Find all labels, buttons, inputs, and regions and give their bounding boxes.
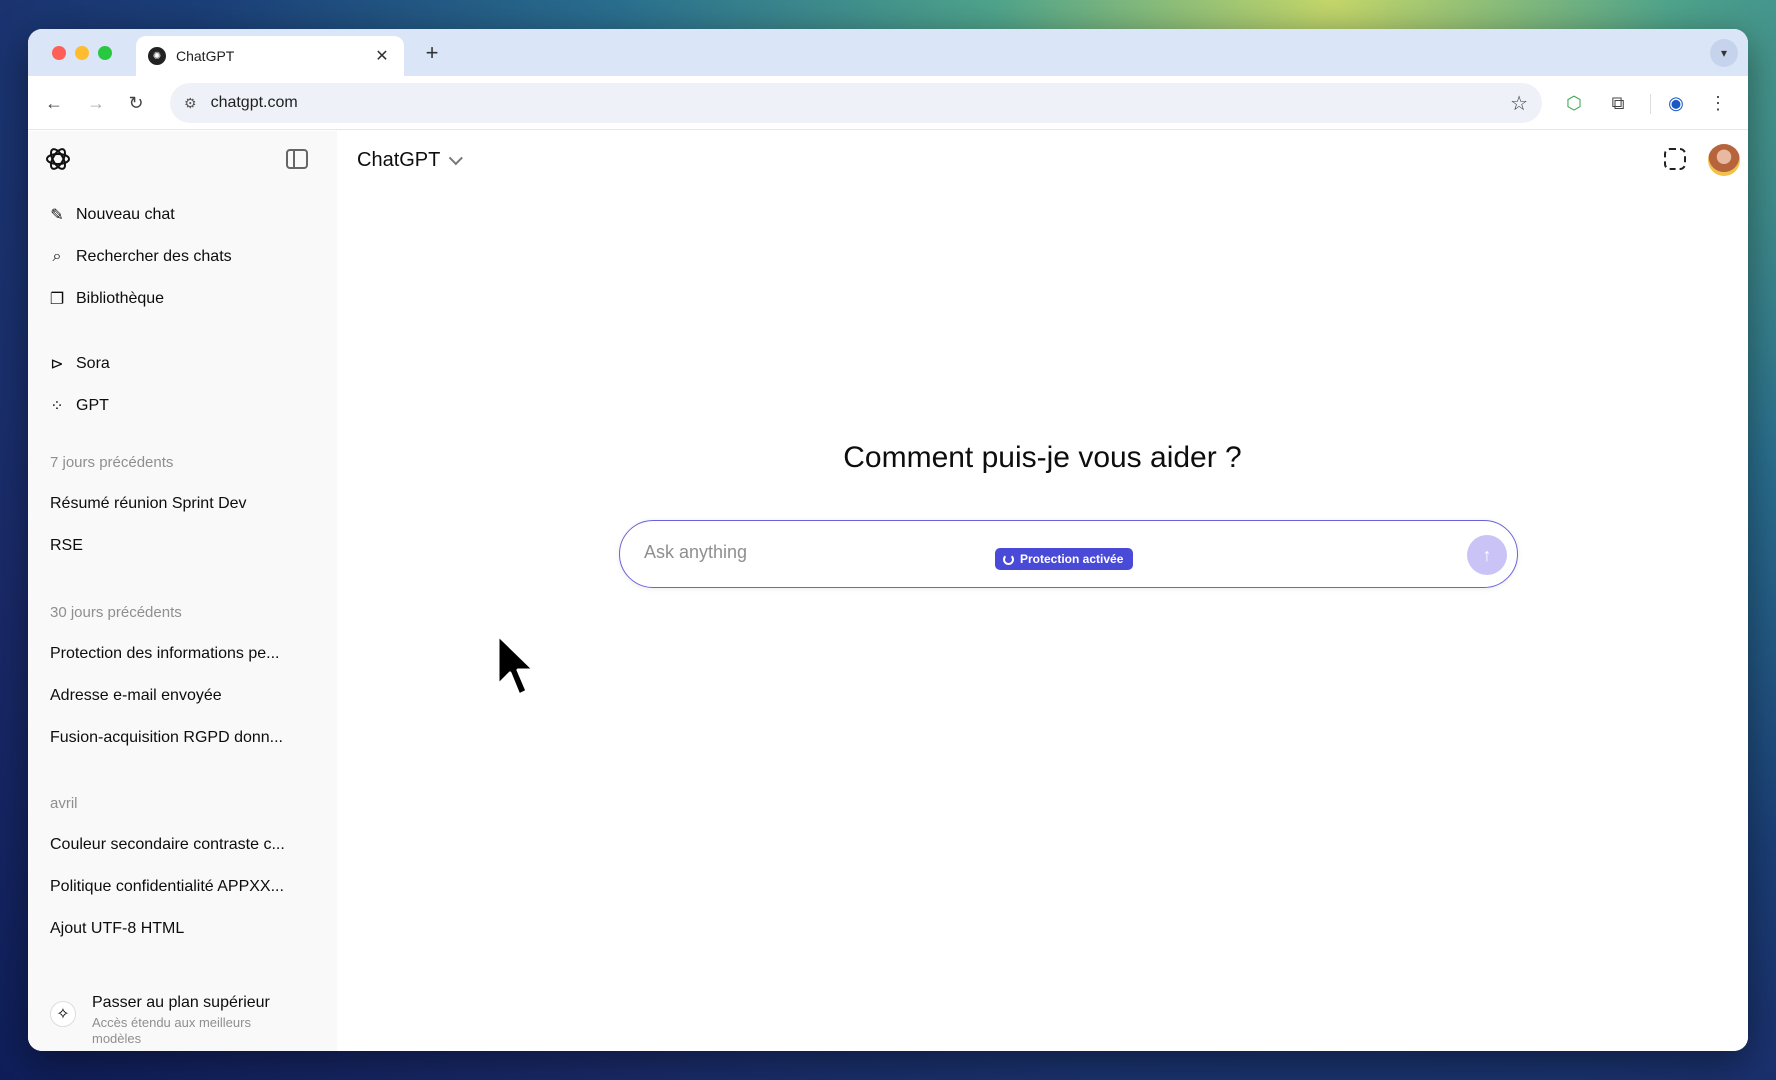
openai-logo-icon[interactable] <box>44 145 72 173</box>
back-arrow-icon[interactable]: ← <box>40 89 68 117</box>
main-area: ChatGPT Comment puis-je vous aider ? ↑ P… <box>337 131 1748 1051</box>
tab-chatgpt[interactable]: ✺ ChatGPT ✕ <box>136 36 404 76</box>
protection-label: Protection activée <box>1020 552 1124 566</box>
sidebar-item-label: Sora <box>76 355 110 372</box>
upgrade-icon: ✧ <box>50 1001 76 1027</box>
temporary-chat-icon[interactable] <box>1664 148 1686 170</box>
send-arrow-icon[interactable]: ↑ <box>1467 535 1507 575</box>
chatgpt-favicon-icon: ✺ <box>148 47 166 65</box>
grid-icon: ⁘ <box>50 398 64 415</box>
close-window-button[interactable] <box>52 46 66 60</box>
bookmark-star-icon[interactable]: ☆ <box>1510 91 1528 116</box>
section-title: 7 jours précédents <box>50 454 174 471</box>
sidebar-item-label: Rechercher des chats <box>76 248 232 265</box>
sidebar-toggle-icon[interactable] <box>286 149 308 169</box>
site-settings-icon[interactable]: ⚙ <box>184 95 197 112</box>
close-tab-icon[interactable]: ✕ <box>372 46 392 66</box>
section-title: avril <box>50 795 78 812</box>
upgrade-title: Passer au plan supérieur <box>92 994 270 1011</box>
reload-icon[interactable]: ↻ <box>122 89 150 117</box>
chat-history-item[interactable]: Fusion-acquisition RGPD donn... <box>50 729 320 747</box>
tab-search-chevron-icon[interactable]: ▾ <box>1710 39 1738 67</box>
avatar[interactable] <box>1708 144 1740 176</box>
chevron-down-icon <box>449 150 464 165</box>
chat-history-item[interactable]: Politique confidentialité APPXX... <box>50 878 320 896</box>
sidebar: ✎ Nouveau chat ⌕ Rechercher des chats ❐ … <box>28 131 337 1051</box>
sidebar-item-label: Bibliothèque <box>76 290 165 307</box>
sidebar-item-gpt[interactable]: ⁘ GPT <box>40 388 325 424</box>
maximize-window-button[interactable] <box>98 46 112 60</box>
mouse-cursor-icon <box>496 633 536 697</box>
library-icon: ❐ <box>49 291 65 308</box>
url-text[interactable]: chatgpt.com <box>211 94 1511 112</box>
page-title: Comment puis-je vous aider ? <box>843 441 1242 474</box>
protection-spinner-icon <box>1003 553 1014 565</box>
chat-history-item[interactable]: Protection des informations pe... <box>50 645 320 663</box>
profile-icon[interactable]: ◉ <box>1662 89 1690 117</box>
section-title: 30 jours précédents <box>50 604 182 621</box>
tab-strip: ✺ ChatGPT ✕ + ▾ <box>28 29 1748 76</box>
browser-window: ✺ ChatGPT ✕ + ▾ ← → ↻ ⚙ chatgpt.com ☆ ⬡ … <box>28 29 1748 1051</box>
chat-history-item[interactable]: Ajout UTF-8 HTML <box>50 920 320 938</box>
model-name: ChatGPT <box>357 149 441 171</box>
sidebar-item-search-chats[interactable]: ⌕ Rechercher des chats <box>40 239 325 275</box>
sidebar-item-sora[interactable]: ⊳ Sora <box>40 346 325 382</box>
edit-icon: ✎ <box>50 207 64 224</box>
browser-menu-icon[interactable]: ⋮ <box>1704 89 1732 117</box>
play-icon: ⊳ <box>50 356 64 373</box>
model-selector[interactable]: ChatGPT <box>357 149 464 172</box>
address-bar[interactable]: ⚙ chatgpt.com ☆ <box>170 83 1542 123</box>
search-icon: ⌕ <box>52 248 62 265</box>
minimize-window-button[interactable] <box>75 46 89 60</box>
protection-badge: Protection activée <box>995 548 1134 570</box>
chat-history-item[interactable]: Résumé réunion Sprint Dev <box>50 495 320 513</box>
extensions-puzzle-icon[interactable]: ⧉ <box>1604 89 1632 117</box>
extension-puzzle-green-icon[interactable]: ⬡ <box>1560 89 1588 117</box>
browser-toolbar: ← → ↻ ⚙ chatgpt.com ☆ ⬡ ⧉ ◉ ⋮ <box>28 76 1748 130</box>
new-tab-button[interactable]: + <box>418 39 446 67</box>
sidebar-item-library[interactable]: ❐ Bibliothèque <box>40 281 325 317</box>
tab-title: ChatGPT <box>176 48 235 64</box>
upgrade-plan-button[interactable]: ✧ Passer au plan supérieur Accès étendu … <box>28 991 337 1051</box>
chat-history-item[interactable]: Couleur secondaire contraste c... <box>50 836 320 854</box>
sidebar-item-new-chat[interactable]: ✎ Nouveau chat <box>40 197 325 233</box>
forward-arrow-icon[interactable]: → <box>82 89 110 117</box>
chat-history-item[interactable]: RSE <box>50 537 320 555</box>
sidebar-item-label: GPT <box>76 397 109 414</box>
sidebar-item-label: Nouveau chat <box>76 206 175 223</box>
chat-history-item[interactable]: Adresse e-mail envoyée <box>50 687 320 705</box>
toolbar-divider <box>1650 94 1651 114</box>
upgrade-subtitle: Accès étendu aux meilleurs modèles <box>92 1015 251 1046</box>
